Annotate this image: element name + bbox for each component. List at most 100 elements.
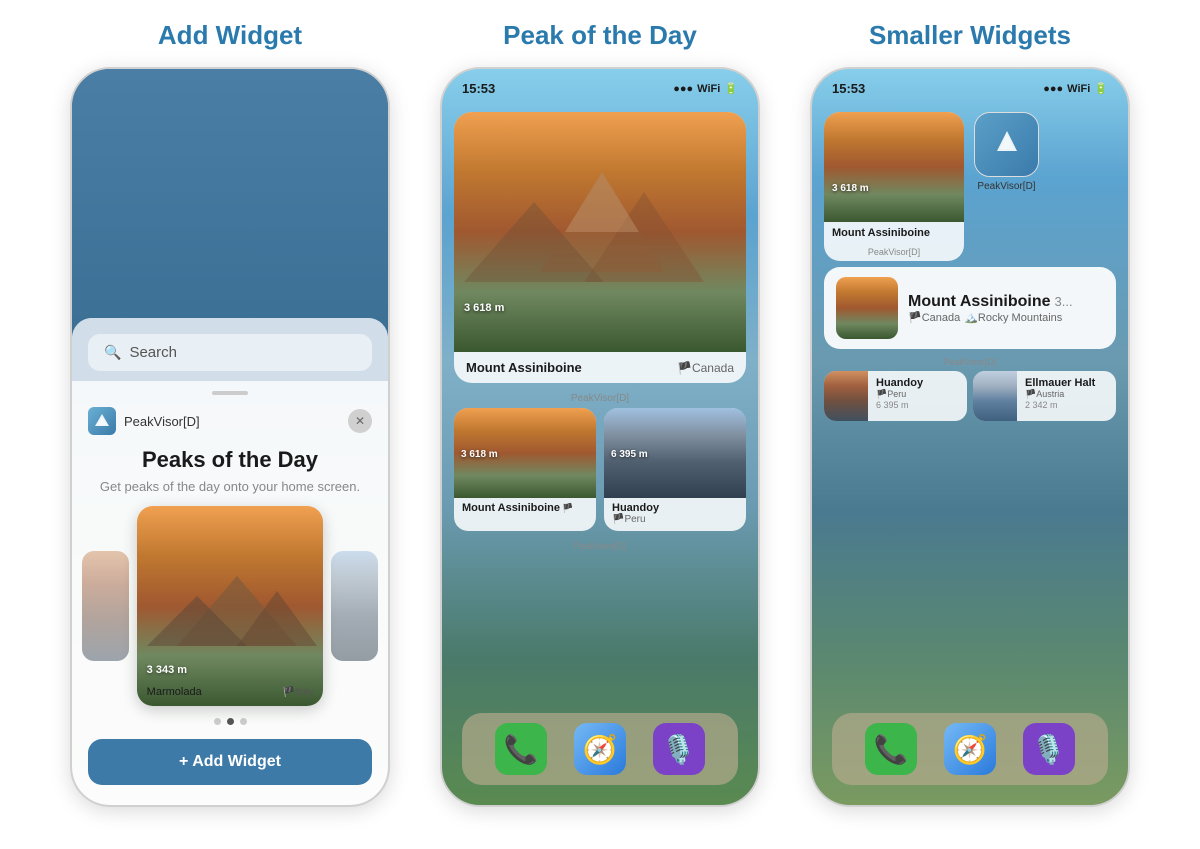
miw-country-3: 🏴Canada xyxy=(908,311,960,324)
sw-footer-2a: Mount Assiniboine🏴 xyxy=(454,498,596,520)
dock-safari-2[interactable]: 🧭 xyxy=(574,723,626,775)
widget-preview-side-right xyxy=(331,551,378,661)
add-widget-button[interactable]: + Add Widget xyxy=(88,739,372,785)
dock-2: 📞 🧭 🎙️ xyxy=(462,713,738,785)
section-1-title: Add Widget xyxy=(158,20,302,51)
large-widget-peak-name-2: Mount Assiniboine xyxy=(466,360,582,375)
section-smaller-widgets: Smaller Widgets 15:53 ●●● WiFi 🔋 3 618 m xyxy=(800,20,1140,807)
close-button[interactable]: ✕ xyxy=(348,409,372,433)
app-name: PeakVisor[D] xyxy=(124,414,200,429)
status-time-2: 15:53 xyxy=(462,81,495,96)
miw-name-row-3: Mount Assiniboine 3... xyxy=(908,293,1104,311)
dock-podcasts-3[interactable]: 🎙️ xyxy=(1023,723,1075,775)
miw-elevation-suffix-3: 3... xyxy=(1055,294,1073,309)
widget-preview-main: 3 343 m Marmolada 🏴Italy xyxy=(137,506,324,706)
small-widget-2a: 3 618 m Mount Assiniboine🏴 xyxy=(454,408,596,531)
bottom-small-row-3: Huandoy 🏴Peru 6 395 m Ellmauer Halt 🏴Aus… xyxy=(812,371,1128,427)
status-icons-2: ●●● WiFi 🔋 xyxy=(673,82,738,95)
bsw-img-1 xyxy=(824,371,868,421)
bsw-img-2 xyxy=(973,371,1017,421)
top-large-img-3: 3 618 m xyxy=(824,112,964,222)
search-icon: 🔍 xyxy=(104,344,121,361)
dock-podcasts-2[interactable]: 🎙️ xyxy=(653,723,705,775)
widget-panel: 🔍 Search PeakVisor[D] ✕ Peaks of the Day xyxy=(72,318,388,805)
signal-icon: ●●● xyxy=(673,83,693,95)
widget-preview-area: 3 343 m Marmolada 🏴Italy xyxy=(72,506,388,706)
dock-safari-3[interactable]: 🧭 xyxy=(944,723,996,775)
miw-img-3 xyxy=(836,277,898,339)
section-3-title: Smaller Widgets xyxy=(869,20,1071,51)
search-bar[interactable]: 🔍 Search xyxy=(88,334,372,371)
wifi-icon-3: WiFi xyxy=(1067,83,1090,95)
large-widget-country-2: 🏴Canada xyxy=(677,361,734,375)
small-widget-2b: 6 395 m Huandoy 🏴Peru xyxy=(604,408,746,531)
signal-icon-3: ●●● xyxy=(1043,83,1063,95)
miw-region-3: 🏔️Rocky Mountains xyxy=(964,311,1062,324)
dock-phone-2[interactable]: 📞 xyxy=(495,723,547,775)
dock-3: 📞 🧭 🎙️ xyxy=(832,713,1108,785)
search-container: 🔍 Search xyxy=(72,318,388,381)
miw-content-3: Mount Assiniboine 3... 🏴Canada 🏔️Rocky M… xyxy=(908,293,1104,324)
small-widgets-row-2: 3 618 m Mount Assiniboine🏴 6 395 m Huand… xyxy=(454,408,746,531)
sw-name-2a: Mount Assiniboine🏴 xyxy=(462,502,588,514)
battery-icon: 🔋 xyxy=(724,82,738,95)
small-widget-img-2b: 6 395 m xyxy=(604,408,746,498)
app-icon-inner-3 xyxy=(975,113,1038,176)
large-widget-label-2: PeakVisor[D] xyxy=(442,391,758,408)
status-icons-3: ●●● WiFi 🔋 xyxy=(1043,82,1108,95)
app-info-left: PeakVisor[D] xyxy=(88,407,200,435)
large-widget-footer-2: Mount Assiniboine 🏴Canada xyxy=(454,352,746,383)
sw-elevation-2a: 3 618 m xyxy=(461,449,498,460)
main-layout: Add Widget 🔍 Search xyxy=(0,0,1200,807)
app-icon-container-3: PeakVisor[D] xyxy=(974,112,1039,192)
dot-2 xyxy=(227,718,234,725)
medium-widget-label-3: PeakVisor[D] xyxy=(812,355,1128,371)
miw-name-3: Mount Assiniboine xyxy=(908,293,1051,311)
top-widgets-row-3: 3 618 m Mount Assiniboine PeakVisor[D] P… xyxy=(824,112,1116,261)
widget-name-row-1: Marmolada 🏴Italy xyxy=(147,686,314,698)
bsw-name-1: Huandoy xyxy=(876,377,923,389)
top-large-footer-3: Mount Assiniboine xyxy=(824,222,964,245)
phone-1: 🔍 Search PeakVisor[D] ✕ Peaks of the Day xyxy=(70,67,390,807)
small-widget-label-2: PeakVisor[D] xyxy=(442,539,758,554)
bsw-elev-2: 2 342 m xyxy=(1025,400,1095,410)
dot-3 xyxy=(240,718,247,725)
dock-phone-3[interactable]: 📞 xyxy=(865,723,917,775)
widget-country-1: 🏴Italy xyxy=(283,687,314,698)
app-icon-3[interactable] xyxy=(974,112,1039,177)
bsw-name-2: Ellmauer Halt xyxy=(1025,377,1095,389)
small-widget-img-2a: 3 618 m xyxy=(454,408,596,498)
widget-info-row: PeakVisor[D] ✕ xyxy=(72,403,388,443)
large-widget-image-2: 3 618 m xyxy=(454,112,746,352)
medium-info-widget-3: Mount Assiniboine 3... 🏴Canada 🏔️Rocky M… xyxy=(824,267,1116,349)
bsw-1: Huandoy 🏴Peru 6 395 m xyxy=(824,371,967,421)
search-label: Search xyxy=(129,344,177,361)
phone-3: 15:53 ●●● WiFi 🔋 3 618 m Mount Assiniboi… xyxy=(810,67,1130,807)
large-widget-2: 3 618 m Mount Assiniboine 🏴Canada xyxy=(454,112,746,383)
sw-footer-2b: Huandoy 🏴Peru xyxy=(604,498,746,531)
bsw-elev-1: 6 395 m xyxy=(876,400,923,410)
dot-1 xyxy=(214,718,221,725)
bsw-country-2: 🏴Austria xyxy=(1025,389,1095,400)
miw-sub-3: 🏴Canada 🏔️Rocky Mountains xyxy=(908,311,1104,324)
widget-elevation-1: 3 343 m xyxy=(147,664,187,676)
top-large-widget-3: 3 618 m Mount Assiniboine PeakVisor[D] xyxy=(824,112,964,261)
sw-elevation-2b: 6 395 m xyxy=(611,449,648,460)
status-time-3: 15:53 xyxy=(832,81,865,96)
top-large-name-3: Mount Assiniboine xyxy=(832,227,956,239)
widget-preview-side-left xyxy=(82,551,129,661)
widget-title: Peaks of the Day xyxy=(142,447,318,473)
status-bar-2: 15:53 ●●● WiFi 🔋 xyxy=(442,69,758,104)
battery-icon-3: 🔋 xyxy=(1094,82,1108,95)
sw-country-2b: 🏴Peru xyxy=(612,514,738,525)
bsw-2: Ellmauer Halt 🏴Austria 2 342 m xyxy=(973,371,1116,421)
dots-row xyxy=(214,718,247,725)
bsw-country-1: 🏴Peru xyxy=(876,389,923,400)
handle-bar xyxy=(212,391,248,395)
section-peak-of-day: Peak of the Day 15:53 ●●● WiFi 🔋 xyxy=(430,20,770,807)
app-icon-label-3: PeakVisor[D] xyxy=(977,181,1035,192)
sw-name-2b: Huandoy xyxy=(612,502,738,514)
status-bar-3: 15:53 ●●● WiFi 🔋 xyxy=(812,69,1128,104)
bsw-info-2: Ellmauer Halt 🏴Austria 2 342 m xyxy=(1017,371,1103,421)
large-widget-elevation-2: 3 618 m xyxy=(464,302,504,314)
